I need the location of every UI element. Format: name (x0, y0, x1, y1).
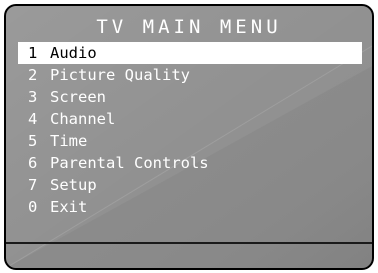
menu-item-number: 6 (28, 154, 38, 172)
menu-item-exit[interactable]: 0 Exit (18, 196, 362, 218)
menu-title: TV MAIN MENU (96, 16, 282, 38)
menu-item-setup[interactable]: 7 Setup (18, 174, 362, 196)
menu-item-label: Picture Quality (50, 66, 190, 84)
menu-item-label: Exit (50, 198, 88, 216)
menu-item-audio[interactable]: 1 Audio (18, 42, 362, 64)
menu-item-label: Time (50, 132, 88, 150)
menu-item-number: 1 (28, 44, 38, 62)
menu-item-number: 3 (28, 88, 38, 106)
menu-item-number: 5 (28, 132, 38, 150)
menu-item-time[interactable]: 5 Time (18, 130, 362, 152)
main-menu-list: 1 Audio 2 Picture Quality 3 Screen 4 Channel… (18, 42, 362, 218)
bottom-divider (6, 242, 372, 244)
menu-item-number: 2 (28, 66, 38, 84)
menu-item-label: Audio (50, 44, 97, 62)
menu-item-number: 0 (28, 198, 38, 216)
menu-item-parental-controls[interactable]: 6 Parental Controls (18, 152, 362, 174)
menu-item-label: Parental Controls (50, 154, 209, 172)
menu-item-screen[interactable]: 3 Screen (18, 86, 362, 108)
menu-item-number: 4 (28, 110, 38, 128)
menu-item-label: Setup (50, 176, 97, 194)
menu-item-number: 7 (28, 176, 38, 194)
menu-item-label: Screen (50, 88, 106, 106)
menu-item-channel[interactable]: 4 Channel (18, 108, 362, 130)
tv-main-menu-panel: TV MAIN MENU 1 Audio 2 Picture Quality 3 Sc… (4, 4, 374, 270)
menu-item-label: Channel (50, 110, 116, 128)
menu-item-picture-quality[interactable]: 2 Picture Quality (18, 64, 362, 86)
